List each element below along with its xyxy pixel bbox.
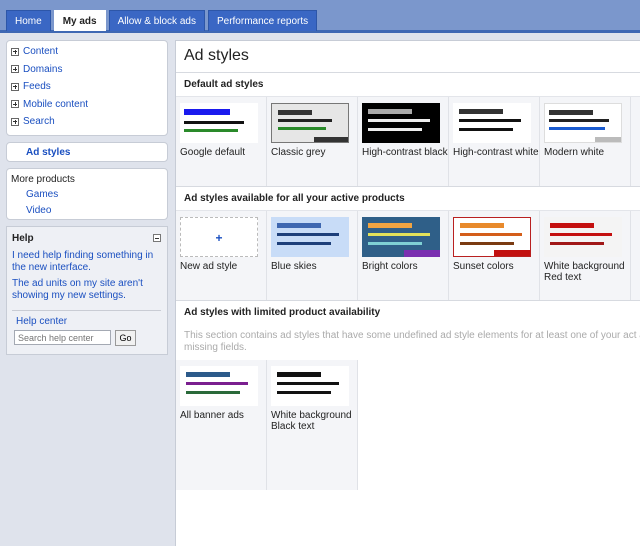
ad-style-card-modern-white[interactable]: Modern white bbox=[540, 97, 631, 186]
sidebar-item-label: Search bbox=[23, 116, 55, 128]
sidebar-item-search[interactable]: Search bbox=[11, 113, 163, 131]
ad-style-card-sunset-colors[interactable]: Sunset colors bbox=[449, 211, 540, 300]
ad-style-card-blue-skies[interactable]: Blue skies bbox=[267, 211, 358, 300]
card-label: White background Black text bbox=[271, 410, 352, 432]
thumb-sunset-colors bbox=[453, 217, 531, 257]
card-label: White background Red text bbox=[544, 261, 625, 283]
sidebar-item-content[interactable]: Content bbox=[11, 43, 163, 61]
card-label: All banner ads bbox=[180, 410, 244, 421]
tab-allow-block-ads[interactable]: Allow & block ads bbox=[108, 10, 205, 31]
help-link-finding[interactable]: I need help finding something in the new… bbox=[12, 250, 161, 274]
section-heading: Ad styles with limited product availabil… bbox=[176, 301, 640, 325]
tab-home[interactable]: Home bbox=[6, 10, 51, 31]
expand-icon[interactable] bbox=[11, 117, 19, 126]
sidebar-item-label: Mobile content bbox=[23, 98, 89, 110]
thumb-new-ad-style: + bbox=[180, 217, 258, 257]
sidebar-nav: Content Domains Feeds Mobile content Sea… bbox=[6, 40, 168, 136]
sidebar-item-label: Domains bbox=[23, 63, 63, 75]
section-heading: Default ad styles bbox=[176, 73, 640, 97]
card-label: Classic grey bbox=[271, 147, 326, 158]
section-heading: Ad styles available for all your active … bbox=[176, 187, 640, 211]
card-label: Blue skies bbox=[271, 261, 317, 272]
ad-style-card-white-bg-red-text[interactable]: White background Red text bbox=[540, 211, 631, 300]
thumb-high-contrast-black bbox=[362, 103, 440, 143]
sidebar-item-domains[interactable]: Domains bbox=[11, 61, 163, 79]
collapse-icon[interactable] bbox=[153, 234, 161, 242]
card-label: Sunset colors bbox=[453, 261, 514, 272]
thumb-modern-white bbox=[544, 103, 622, 143]
page-title: Ad styles bbox=[176, 41, 640, 73]
sidebar-item-video[interactable]: Video bbox=[11, 203, 161, 219]
card-row: Google default Classic grey High-contras… bbox=[176, 97, 640, 186]
thumb-blue-skies bbox=[271, 217, 349, 257]
section-active-products: Ad styles available for all your active … bbox=[176, 187, 640, 301]
plus-icon: + bbox=[180, 217, 258, 257]
card-label: Modern white bbox=[544, 147, 605, 158]
thumb-all-banner-ads bbox=[180, 366, 258, 406]
help-search-row: Go bbox=[12, 329, 161, 346]
help-panel: Help I need help finding something in th… bbox=[6, 225, 168, 355]
help-link-ad-units[interactable]: The ad units on my site aren't showing m… bbox=[12, 278, 161, 302]
thumb-high-contrast-white bbox=[453, 103, 531, 143]
card-label: High-contrast white bbox=[453, 147, 539, 158]
tab-my-ads[interactable]: My ads bbox=[53, 10, 106, 31]
section-default-ad-styles: Default ad styles Google default Classic… bbox=[176, 73, 640, 187]
card-label: High-contrast black bbox=[362, 147, 448, 158]
ad-style-card-classic-grey[interactable]: Classic grey bbox=[267, 97, 358, 186]
sidebar: Content Domains Feeds Mobile content Sea… bbox=[6, 40, 168, 355]
ad-style-card-all-banner-ads[interactable]: All banner ads bbox=[176, 360, 267, 490]
sidebar-item-feeds[interactable]: Feeds bbox=[11, 78, 163, 96]
sidebar-item-label: Feeds bbox=[23, 81, 51, 93]
expand-icon[interactable] bbox=[11, 65, 19, 74]
sidebar-item-ad-styles[interactable]: Ad styles bbox=[6, 141, 168, 162]
card-row: All banner ads White background Black te… bbox=[176, 360, 640, 490]
sidebar-item-games[interactable]: Games bbox=[11, 187, 161, 203]
sidebar-item-label: Content bbox=[23, 46, 59, 58]
thumb-bright-colors bbox=[362, 217, 440, 257]
more-products-title: More products bbox=[11, 173, 75, 185]
expand-icon[interactable] bbox=[11, 82, 19, 91]
help-center-link[interactable]: Help center bbox=[12, 315, 161, 328]
card-row: + New ad style Blue skies Bright colors … bbox=[176, 211, 640, 300]
more-products-box: More products Games Video bbox=[6, 167, 168, 220]
top-tabs: Home My ads Allow & block ads Performanc… bbox=[6, 10, 318, 31]
section-note: This section contains ad styles that hav… bbox=[176, 325, 640, 360]
top-nav-bar: Home My ads Allow & block ads Performanc… bbox=[0, 0, 640, 33]
thumb-classic-grey bbox=[271, 103, 349, 143]
go-button[interactable]: Go bbox=[115, 329, 136, 346]
ad-style-card-white-bg-black-text[interactable]: White background Black text bbox=[267, 360, 358, 490]
ad-style-card-bright-colors[interactable]: Bright colors bbox=[358, 211, 449, 300]
new-ad-style-card[interactable]: + New ad style bbox=[176, 211, 267, 300]
card-label: Bright colors bbox=[362, 261, 418, 272]
help-header: Help bbox=[12, 231, 161, 246]
help-search-input[interactable] bbox=[14, 330, 111, 345]
tab-performance-reports[interactable]: Performance reports bbox=[207, 10, 318, 31]
expand-icon[interactable] bbox=[11, 47, 19, 56]
thumb-google-default bbox=[180, 103, 258, 143]
card-label: New ad style bbox=[180, 261, 238, 272]
help-title: Help bbox=[12, 232, 34, 244]
expand-icon[interactable] bbox=[11, 100, 19, 109]
card-label: Google default bbox=[180, 147, 246, 158]
section-limited-availability: Ad styles with limited product availabil… bbox=[176, 301, 640, 490]
thumb-white-bg-red-text bbox=[544, 217, 622, 257]
ad-style-card-high-contrast-black[interactable]: High-contrast black bbox=[358, 97, 449, 186]
divider bbox=[12, 309, 161, 311]
main-panel: Ad styles Default ad styles Google defau… bbox=[175, 40, 640, 546]
thumb-white-bg-black-text bbox=[271, 366, 349, 406]
ad-style-card-google-default[interactable]: Google default bbox=[176, 97, 267, 186]
ad-style-card-high-contrast-white[interactable]: High-contrast white bbox=[449, 97, 540, 186]
sidebar-item-mobile-content[interactable]: Mobile content bbox=[11, 96, 163, 114]
